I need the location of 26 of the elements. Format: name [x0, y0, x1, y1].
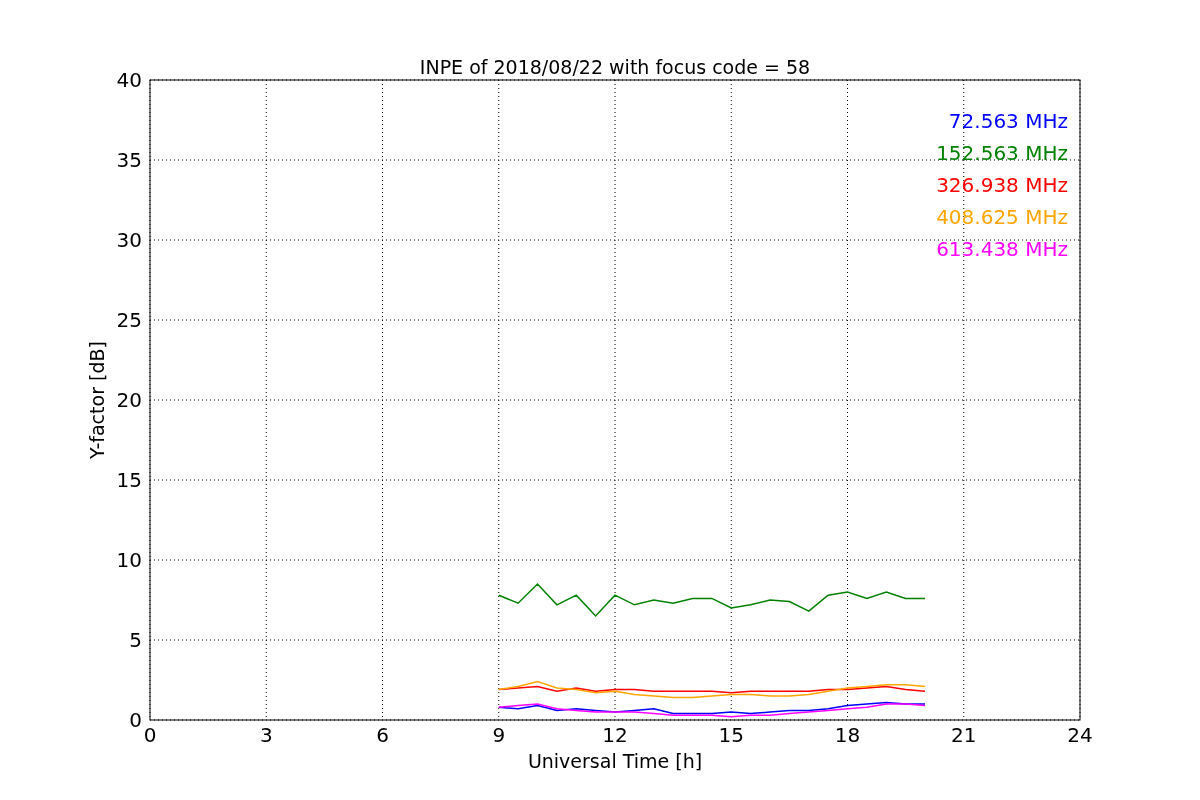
x-tick-label: 12: [602, 723, 628, 747]
x-tick-label: 9: [492, 723, 506, 747]
x-axis-label: Universal Time [h]: [527, 750, 703, 772]
y-tick-label: 30: [116, 228, 142, 252]
legend-label: 326.938 MHz: [936, 173, 1068, 197]
y-tick-label: 15: [116, 468, 142, 492]
x-tick-label: 24: [1067, 723, 1093, 747]
y-tick-label: 40: [116, 68, 142, 92]
x-tick-label: 18: [834, 723, 861, 747]
legend-label: 613.438 MHz: [936, 237, 1068, 261]
x-tick-label: 6: [376, 723, 389, 747]
legend-label: 152.563 MHz: [936, 141, 1068, 165]
y-tick-label: 0: [129, 708, 142, 732]
x-tick-label: 15: [718, 723, 744, 747]
x-tick-label: 21: [951, 723, 977, 747]
y-tick-label: 10: [116, 548, 142, 572]
y-tick-label: 25: [116, 308, 142, 332]
legend-label: 72.563 MHz: [948, 109, 1068, 133]
chart-title: INPE of 2018/08/22 with focus code = 58: [419, 56, 811, 78]
x-tick-label: 3: [259, 723, 273, 747]
y-tick-label: 35: [116, 148, 142, 172]
y-tick-label: 20: [116, 388, 142, 412]
y-axis-label: Y-factor [dB]: [86, 341, 108, 459]
legend-label: 408.625 MHz: [936, 205, 1068, 229]
x-tick-label: 0: [143, 723, 157, 747]
y-tick-label: 5: [129, 628, 142, 652]
